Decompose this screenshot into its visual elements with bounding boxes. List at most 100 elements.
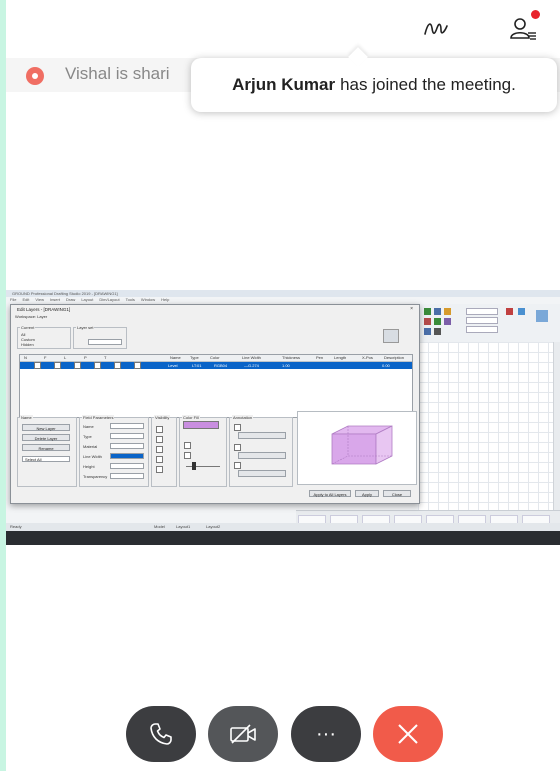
checkbox[interactable]	[234, 462, 241, 469]
ribbon-dropdown[interactable]	[466, 317, 498, 324]
close-icon[interactable]: ×	[410, 306, 413, 312]
annotation-button[interactable]	[238, 470, 286, 477]
menu-item[interactable]: File	[10, 297, 16, 302]
column-header[interactable]: Description	[384, 355, 404, 361]
material-select[interactable]	[110, 443, 144, 449]
checkbox[interactable]	[156, 446, 163, 453]
annotate-squiggle-icon[interactable]	[421, 14, 451, 44]
menu-item[interactable]: View	[35, 297, 44, 302]
checkbox[interactable]	[114, 362, 121, 369]
column-header[interactable]: T	[104, 355, 106, 361]
ribbon-dropdown[interactable]	[466, 308, 498, 315]
participants-icon[interactable]	[508, 10, 540, 44]
column-header[interactable]: Color	[210, 355, 220, 361]
menu-item[interactable]: Help	[161, 297, 169, 302]
transparency-select[interactable]	[110, 473, 144, 479]
checkbox[interactable]	[156, 426, 163, 433]
checkbox[interactable]	[156, 436, 163, 443]
ribbon-tool-icon	[434, 308, 441, 315]
table-cell: —G.274	[244, 363, 259, 368]
menu-item[interactable]: Tools	[126, 297, 135, 302]
ribbon-tool-icon	[518, 308, 525, 315]
column-header[interactable]: Thickness	[282, 355, 300, 361]
checkbox[interactable]	[54, 362, 61, 369]
layer-manager-icon[interactable]	[383, 329, 399, 343]
menu-item[interactable]: Dim/Layout	[99, 297, 119, 302]
checkbox[interactable]	[34, 362, 41, 369]
column-header[interactable]: Type	[190, 355, 199, 361]
status-tab[interactable]: Model	[154, 523, 165, 531]
menu-item[interactable]: Draw	[66, 297, 75, 302]
checkbox[interactable]	[184, 442, 191, 449]
table-cell: LT:01	[192, 363, 202, 368]
apply-button[interactable]: Apply	[355, 490, 379, 497]
table-cell: Level	[168, 363, 178, 368]
column-header[interactable]: N	[24, 355, 27, 361]
new-layer-button[interactable]: New Layer	[22, 424, 70, 431]
ribbon-dropdown[interactable]	[466, 326, 498, 333]
leave-meeting-button[interactable]	[373, 706, 443, 762]
table-cell: RGB04	[214, 363, 228, 368]
layer-set-select[interactable]	[88, 339, 122, 345]
screen-bottom-bar	[6, 531, 560, 545]
slider-handle[interactable]	[192, 462, 196, 470]
fill-color-swatch[interactable]	[183, 421, 219, 429]
column-header[interactable]: F	[44, 355, 46, 361]
menu-item[interactable]: Insert	[50, 297, 60, 302]
type-select[interactable]	[110, 433, 144, 439]
shared-window-title: GROUND Professional Drafting Studio 2019…	[6, 290, 560, 297]
column-header[interactable]: Length	[334, 355, 346, 361]
status-tab[interactable]: Layout1	[176, 523, 190, 531]
shared-menu-bar: File Edit View Insert Draw Layout Dim/Layout To…	[6, 297, 560, 303]
checkbox[interactable]	[94, 362, 101, 369]
checkbox[interactable]	[234, 444, 241, 451]
table-row[interactable]: Level LT:01 RGB04 —G.274 1.00 0.00	[20, 362, 412, 369]
checkbox[interactable]	[74, 362, 81, 369]
layer-filter-select[interactable]: Select All	[22, 456, 70, 462]
column-header[interactable]: Name	[170, 355, 181, 361]
height-field[interactable]	[110, 463, 144, 469]
column-header[interactable]: P	[84, 355, 87, 361]
sharing-status-text: Vishal is shari	[65, 64, 170, 83]
ribbon-tool-icon	[434, 318, 441, 325]
delete-layer-button[interactable]: Delete Layer	[22, 434, 70, 441]
box-preview-icon	[331, 425, 393, 465]
menu-item[interactable]: Layout	[81, 297, 93, 302]
ribbon-tool-icon	[424, 318, 431, 325]
menu-item[interactable]: Window	[141, 297, 155, 302]
vertical-scrollbar[interactable]	[553, 342, 560, 510]
checkbox[interactable]	[234, 424, 241, 431]
column-header[interactable]: X-Pos	[362, 355, 373, 361]
checkbox[interactable]	[134, 362, 141, 369]
layers-table[interactable]: N F L P T Name Type Color Line Width Thickness Pen…	[19, 354, 413, 418]
layer-set-group: Layer set	[73, 325, 127, 349]
video-toggle-button[interactable]	[208, 706, 278, 762]
drawing-canvas[interactable]	[418, 342, 553, 510]
rename-button[interactable]: Rename	[22, 444, 70, 451]
checkbox[interactable]	[156, 466, 163, 473]
line-width-select[interactable]	[110, 453, 144, 459]
annotation-button[interactable]	[238, 452, 286, 459]
shared-screen[interactable]: GROUND Professional Drafting Studio 2019…	[6, 290, 560, 545]
leave-close-icon	[398, 724, 418, 744]
ribbon-tool-icon	[424, 308, 431, 315]
checkbox[interactable]	[184, 452, 191, 459]
phone-button[interactable]	[126, 706, 196, 762]
annotation-group: Annotation	[229, 415, 293, 487]
status-tab[interactable]: Layout2	[206, 523, 220, 531]
column-header[interactable]: L	[64, 355, 66, 361]
menu-item[interactable]: Edit	[22, 297, 29, 302]
column-header[interactable]: Pen	[316, 355, 323, 361]
close-button[interactable]: Close	[383, 490, 411, 497]
checkbox[interactable]	[156, 456, 163, 463]
more-options-icon: ···	[316, 722, 336, 745]
field-parameters-group: Field Parameters Name Type Material Line…	[79, 415, 149, 487]
layer-actions-group: Name New Layer Delete Layer Rename Selec…	[17, 415, 77, 487]
shared-ribbon	[418, 304, 560, 343]
apply-to-all-button[interactable]: Apply to All Layers	[309, 490, 351, 497]
more-options-button[interactable]: ···	[291, 706, 361, 762]
name-field[interactable]	[110, 423, 144, 429]
column-header[interactable]: Line Width	[242, 355, 261, 361]
annotation-button[interactable]	[238, 432, 286, 439]
option-hidden[interactable]: Hidden	[21, 342, 34, 347]
